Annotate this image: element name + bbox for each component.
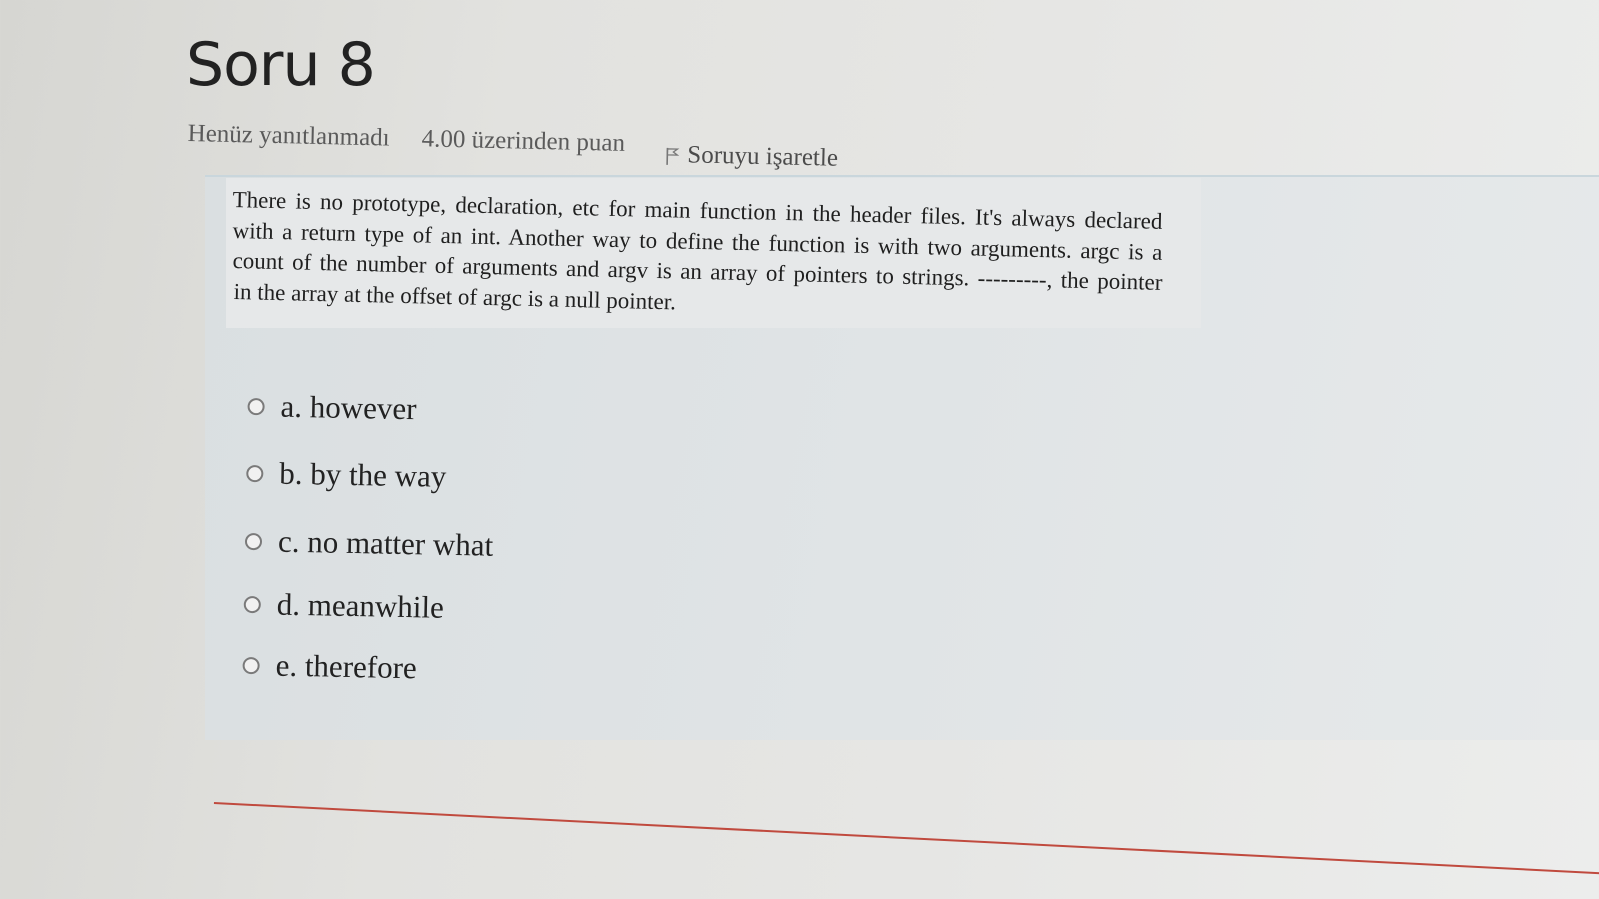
answer-option-d[interactable]: d. meanwhile bbox=[243, 584, 444, 628]
radio-icon[interactable] bbox=[246, 464, 264, 482]
flag-icon bbox=[666, 148, 680, 166]
question-title: Soru 8 bbox=[186, 30, 376, 100]
flag-question-label: Soruyu işaretle bbox=[687, 141, 839, 172]
radio-icon[interactable] bbox=[247, 397, 265, 415]
answer-label: b. by the way bbox=[278, 455, 447, 494]
question-grade: 4.00 üzerinden puan bbox=[421, 125, 626, 157]
answer-label: a. however bbox=[280, 388, 417, 427]
answer-label: d. meanwhile bbox=[276, 586, 445, 625]
answer-label: e. therefore bbox=[275, 647, 418, 686]
radio-icon[interactable] bbox=[243, 595, 261, 613]
answer-label: c. no matter what bbox=[277, 523, 494, 563]
radio-icon[interactable] bbox=[242, 656, 260, 674]
flag-question-link[interactable]: Soruyu işaretle bbox=[665, 141, 838, 173]
radio-icon[interactable] bbox=[244, 532, 263, 550]
answer-option-e[interactable]: e. therefore bbox=[242, 645, 417, 688]
answer-option-a[interactable]: a. however bbox=[247, 386, 417, 429]
answer-option-c[interactable]: c. no matter what bbox=[244, 521, 494, 566]
question-state: Henüz yanıtlanmadı bbox=[187, 120, 390, 152]
answer-options: a. however b. by the way c. no matter wh… bbox=[241, 386, 947, 739]
divider-line bbox=[213, 802, 1599, 876]
answer-option-b[interactable]: b. by the way bbox=[246, 453, 447, 497]
